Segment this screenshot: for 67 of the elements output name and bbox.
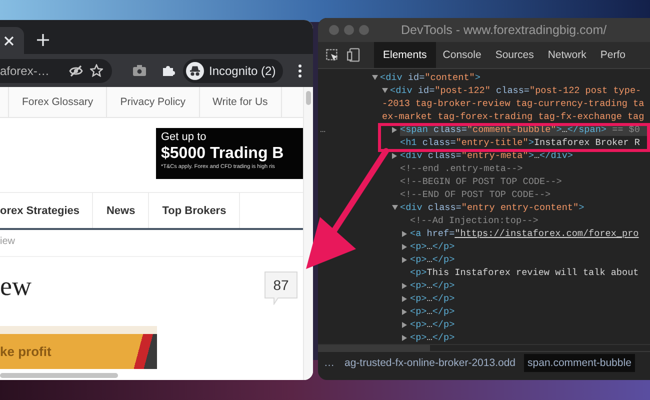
row-menu-ellipsis[interactable]: … [320,123,326,136]
code-line[interactable]: <div class="entry entry-content"> [400,201,650,214]
comment-count-bubble[interactable]: 87 [264,271,298,305]
breadcrumb-item[interactable]: span.comment-bubble [524,354,636,372]
devtools-tab[interactable]: Sources [488,42,541,68]
code-line[interactable]: <div id="content"> [380,71,650,84]
code-line[interactable]: <a href="https://instaforex.com/forex_pro [410,227,650,240]
disclosure-triangle-icon[interactable] [392,152,397,158]
scrollbar-thumb[interactable] [318,345,430,351]
menu-icon[interactable] [298,64,302,78]
star-icon[interactable] [90,64,103,77]
scrollbar-thumb[interactable] [0,373,118,378]
window-title: DevTools - www.forextradingbig.com/ [401,23,607,37]
code-line[interactable]: <p>…</p> [410,292,650,305]
code-line[interactable]: <p>…</p> [410,331,650,344]
address-field[interactable]: aforex-… [0,58,112,82]
close-icon[interactable] [4,36,14,46]
camera-icon[interactable] [133,65,146,76]
code-line[interactable]: <p>…</p> [410,240,650,253]
breadcrumb-item[interactable]: … [322,354,336,372]
disclosure-triangle-icon[interactable] [402,296,407,302]
code-line[interactable]: <p>…</p> [410,305,650,318]
banner-text: ke profit [0,344,52,359]
breadcrumb-text: iew [0,230,303,257]
code-line[interactable]: -2013 tag-broker-review tag-currency-trading ta [382,97,650,110]
scrollbar-thumb[interactable] [306,91,311,105]
code-line[interactable]: <div id="post-122" class="post-122 post type- [390,84,650,97]
devtools-tab[interactable]: Console [436,42,488,68]
plus-icon[interactable] [37,34,49,46]
nav-link[interactable]: orex Strategies [0,193,94,228]
nav-link[interactable]: Forex Glossary [9,87,108,117]
breadcrumb-item[interactable]: ag-trusted-fx-online-broker-2013.odd [342,354,518,372]
nav-link[interactable]: Privacy Policy [107,87,200,117]
disclosure-triangle-icon[interactable] [402,282,407,288]
code-line[interactable]: <!--BEGIN OF POST TOP CODE--> [400,175,650,188]
nav-link[interactable]: Write for Us [200,87,282,117]
code-line[interactable]: <p>…</p> [410,318,650,331]
browser-tab[interactable] [0,27,24,54]
nav-link[interactable]: News [93,193,150,228]
disclosure-triangle-icon[interactable] [402,308,407,314]
code-line[interactable]: <p>…</p> [410,253,650,266]
devtools-tab[interactable]: Elements [374,42,436,68]
code-line[interactable]: <p>…</p> [410,279,650,292]
code-line[interactable]: <h1 class="entry-title">Instaforex Broker R [400,136,650,149]
code-line[interactable]: <!--END OF POST TOP CODE--> [400,188,650,201]
disclosure-triangle-icon[interactable] [402,230,407,236]
ad-text: Get up to [161,131,208,144]
code-line[interactable]: ex-market tag-forex-trading tag-fx-exchange tag [382,110,650,123]
profile-button[interactable]: Incognito (2) [183,58,283,82]
nav-link[interactable]: Top Brokers [149,193,240,228]
puzzle-icon[interactable] [162,64,175,77]
disclosure-triangle-icon[interactable] [382,88,388,93]
incognito-avatar-icon[interactable] [186,62,204,80]
disclosure-triangle-icon[interactable] [392,205,398,210]
devtools-tab[interactable]: Network [540,42,594,68]
disclosure-triangle-icon[interactable] [402,322,407,328]
disclosure-triangle-icon[interactable] [402,256,407,262]
devtools-tab[interactable]: Perfo [593,42,626,68]
code-line[interactable]: <!--end .entry-meta--> [400,162,650,175]
disclosure-triangle-icon[interactable] [372,75,378,80]
code-line[interactable]: <div class="entry-meta">…</div> [400,149,650,162]
ad-headline: $5000 Trading B [161,144,285,163]
eye-slash-icon[interactable] [69,64,83,76]
code-line[interactable]: <!--Ad Injection:top--> [410,214,650,227]
code-line[interactable]: <p>This Instaforex review will talk about [410,266,650,279]
post-title: ew [0,271,32,302]
disclosure-triangle-icon[interactable] [402,244,407,250]
